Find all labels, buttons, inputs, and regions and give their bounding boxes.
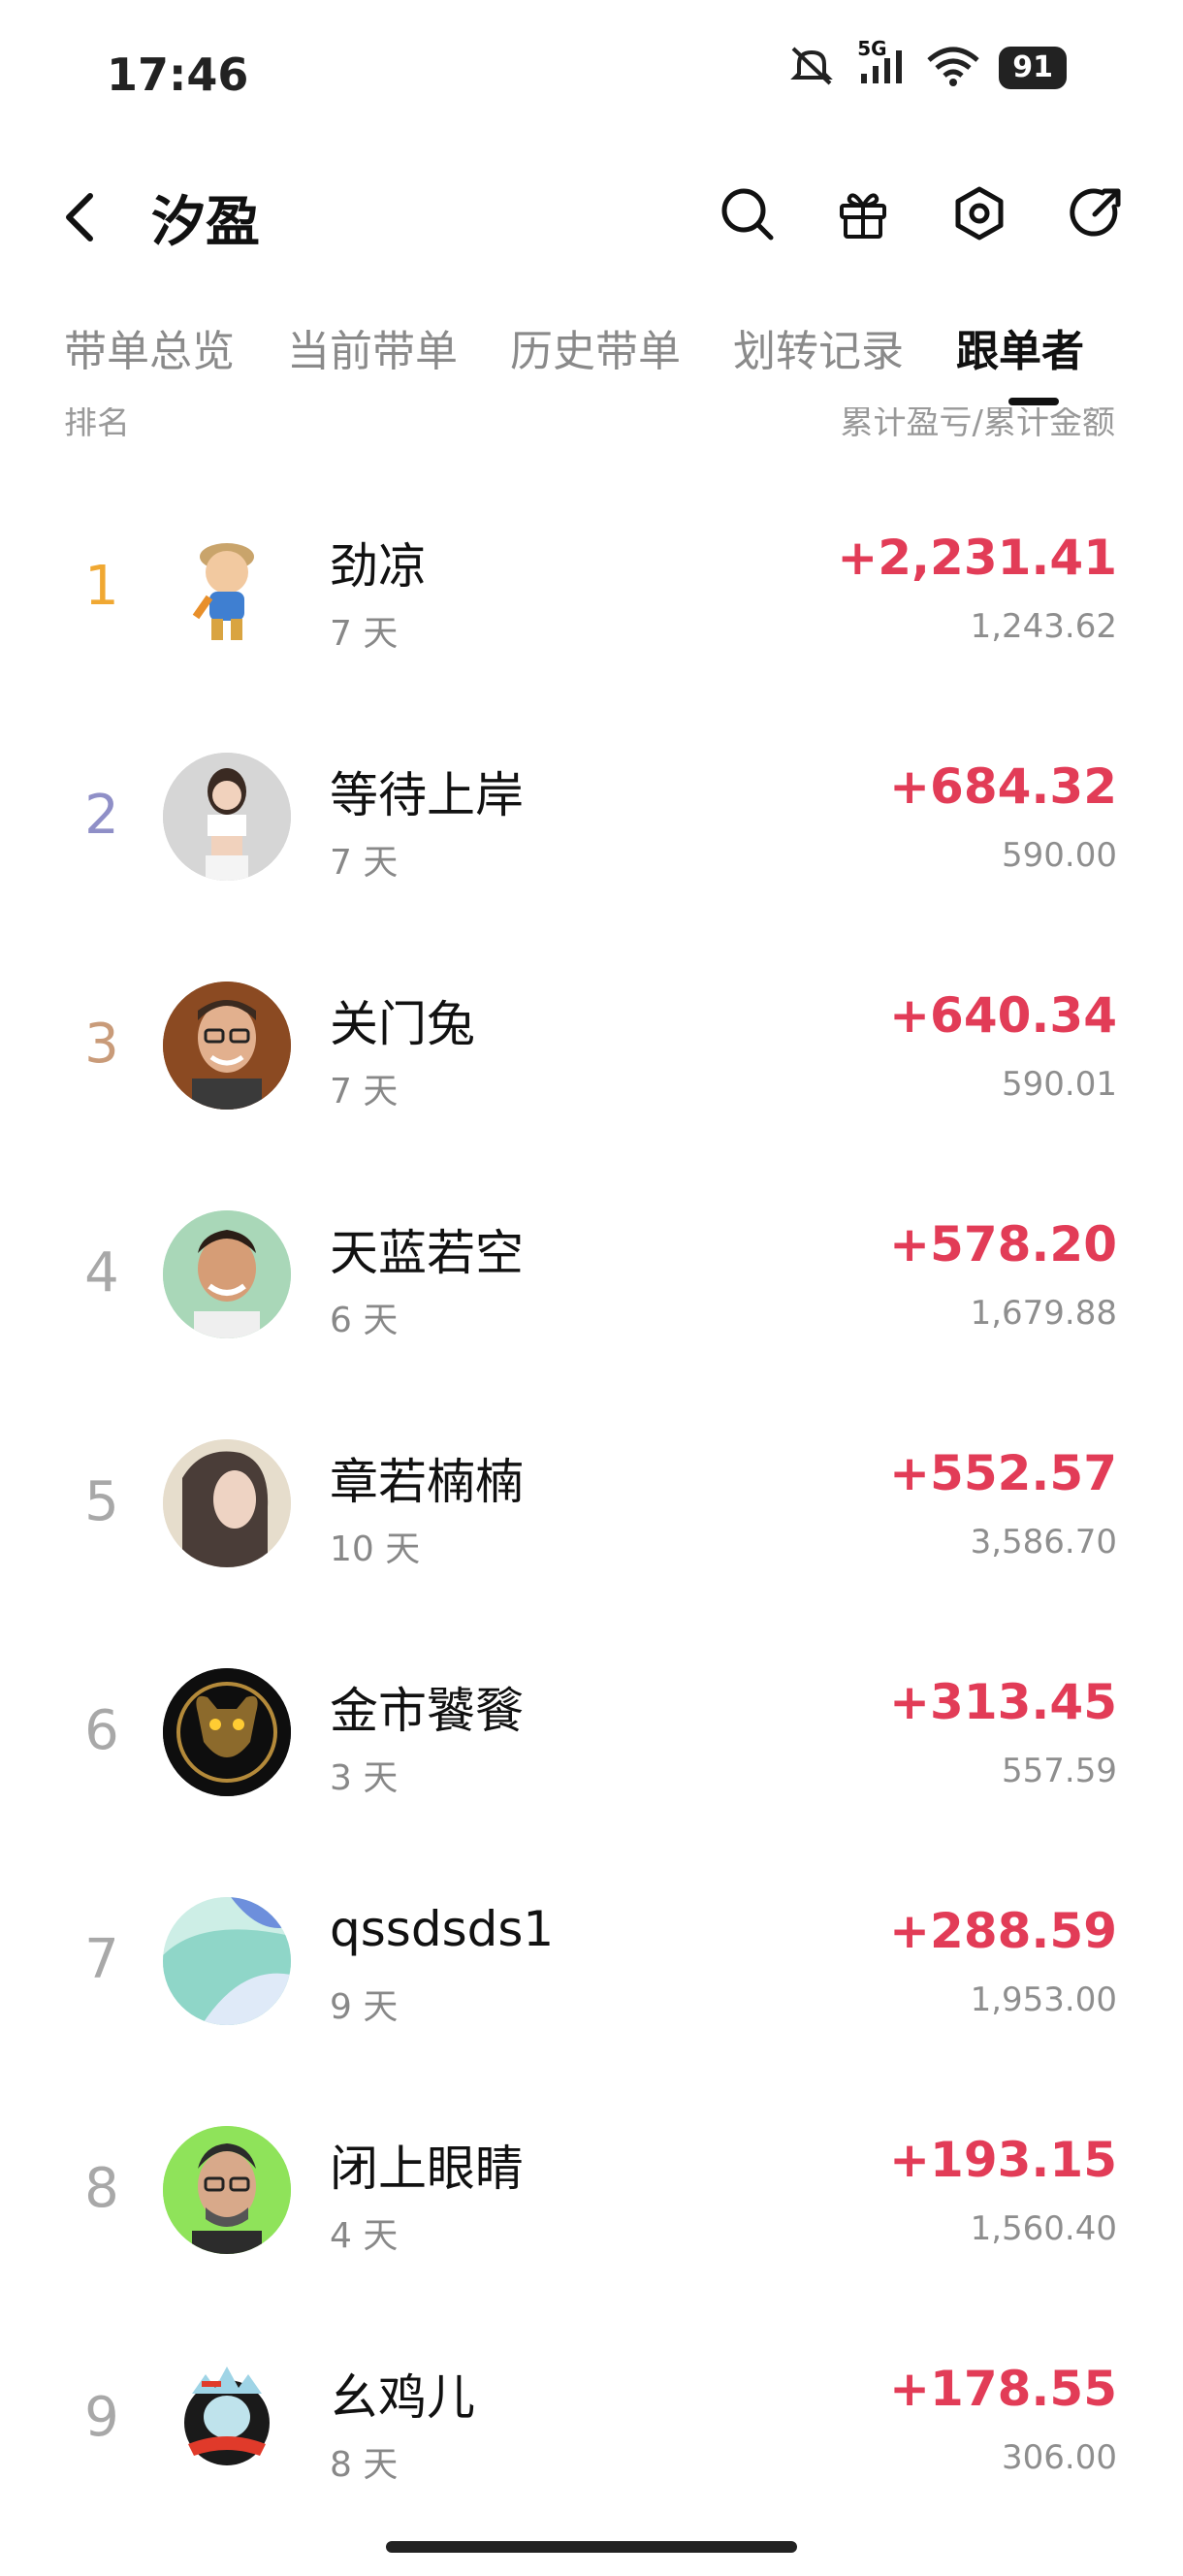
follower-row[interactable]: 9 幺鸡儿 8 天 +178.55 306.00 — [0, 2316, 1183, 2545]
follower-row[interactable]: 8 闭上眼睛 4 天 +193.15 1,560.40 — [0, 2087, 1183, 2316]
avatar — [163, 1668, 291, 1796]
follower-row[interactable]: 7 qssdsds1 9 天 +288.59 1,953.00 — [0, 1858, 1183, 2087]
follow-days: 8 天 — [330, 2445, 399, 2485]
cumulative-pnl: +288.59 — [889, 1903, 1117, 1959]
follower-name: 幺鸡儿 — [330, 2369, 475, 2426]
follow-days: 7 天 — [330, 1072, 399, 1111]
cumulative-amount: 1,679.88 — [970, 1294, 1117, 1333]
follow-days: 7 天 — [330, 614, 399, 654]
tab-transfers[interactable]: 划转记录 — [733, 316, 904, 378]
network-type: 5G — [857, 37, 887, 60]
rank-number: 4 — [84, 1241, 119, 1304]
cumulative-pnl: +313.45 — [889, 1674, 1117, 1730]
page-title: 汐盈 — [151, 191, 260, 254]
tab-current[interactable]: 当前带单 — [287, 316, 458, 378]
pnl-column-label: 累计盈亏/累计金额 — [840, 407, 1115, 436]
follower-row[interactable]: 5 章若楠楠 10 天 +552.57 3,586.70 — [0, 1401, 1183, 1629]
rank-number: 7 — [84, 1928, 119, 1991]
gift-icon — [840, 193, 886, 239]
follower-name: 等待上岸 — [330, 767, 524, 823]
cumulative-pnl: +178.55 — [889, 2361, 1117, 2417]
cumulative-amount: 1,953.00 — [970, 1980, 1117, 2019]
follower-row[interactable]: 6 金市饕餮 3 天 +313.45 557.59 — [0, 1629, 1183, 1858]
avatar — [163, 524, 291, 652]
follow-days: 3 天 — [330, 1758, 399, 1798]
avatar — [163, 982, 291, 1110]
follower-row[interactable]: 2 等待上岸 7 天 +684.32 590.00 — [0, 714, 1183, 943]
follower-row[interactable]: 3 关门兔 7 天 +640.34 590.01 — [0, 943, 1183, 1172]
avatar — [163, 1439, 291, 1567]
rank-number: 1 — [84, 555, 119, 618]
cumulative-amount: 1,560.40 — [970, 2209, 1117, 2248]
active-tab-indicator — [1008, 398, 1059, 405]
settings-icon — [955, 186, 1004, 241]
rank-column-label: 排名 — [64, 407, 130, 436]
tab-bar: 带单总览 当前带单 历史带单 划转记录 跟单者 — [64, 316, 1084, 378]
cumulative-pnl: +640.34 — [889, 987, 1117, 1044]
share-button[interactable] — [1067, 184, 1125, 242]
follower-row[interactable]: 4 天蓝若空 6 天 +578.20 1,679.88 — [0, 1172, 1183, 1401]
cumulative-pnl: +2,231.41 — [837, 530, 1117, 586]
avatar — [163, 1897, 291, 2025]
follower-name: qssdsds1 — [330, 1901, 555, 1957]
follower-name: 章若楠楠 — [330, 1454, 524, 1510]
cumulative-amount: 590.00 — [1002, 836, 1117, 875]
header-actions — [718, 184, 1125, 242]
cumulative-pnl: +193.15 — [889, 2132, 1117, 2188]
follower-name: 金市饕餮 — [330, 1683, 524, 1739]
search-button[interactable] — [718, 184, 776, 242]
cumulative-amount: 306.00 — [1002, 2438, 1117, 2477]
rank-number: 9 — [84, 2386, 119, 2449]
share-icon — [1070, 188, 1121, 237]
rank-number: 5 — [84, 1470, 119, 1533]
avatar — [163, 2355, 291, 2483]
rank-number: 8 — [84, 2157, 119, 2220]
follower-name: 天蓝若空 — [330, 1225, 524, 1281]
cumulative-pnl: +578.20 — [889, 1216, 1117, 1272]
follower-name: 关门兔 — [330, 996, 475, 1052]
follower-name: 劲凉 — [330, 538, 427, 595]
rank-number: 6 — [84, 1699, 119, 1762]
list-header: 排名 累计盈亏/累计金额 — [0, 407, 1183, 436]
follow-days: 4 天 — [330, 2216, 399, 2256]
follow-days: 6 天 — [330, 1301, 399, 1340]
signal-icon: 5G — [855, 37, 908, 91]
follower-row[interactable]: 1 劲凉 7 天 +2,231.41 1,243.62 — [0, 485, 1183, 714]
cumulative-pnl: +552.57 — [889, 1445, 1117, 1501]
status-icons: 5G 91 — [785, 37, 1067, 91]
tab-followers[interactable]: 跟单者 — [956, 316, 1084, 378]
cumulative-amount: 3,586.70 — [970, 1523, 1117, 1562]
mute-icon — [785, 45, 838, 91]
cumulative-amount: 1,243.62 — [970, 607, 1117, 646]
tab-history[interactable]: 历史带单 — [510, 316, 681, 378]
avatar — [163, 2126, 291, 2254]
status-time: 17:46 — [107, 48, 249, 101]
follower-name: 闭上眼睛 — [330, 2141, 524, 2197]
follow-days: 7 天 — [330, 843, 399, 883]
home-indicator[interactable] — [386, 2541, 797, 2553]
rank-number: 2 — [84, 784, 119, 847]
wifi-icon — [925, 45, 981, 91]
cumulative-amount: 590.01 — [1002, 1065, 1117, 1104]
back-icon — [66, 193, 93, 242]
search-icon — [721, 188, 774, 241]
battery-indicator: 91 — [999, 47, 1067, 89]
cumulative-pnl: +684.32 — [889, 758, 1117, 815]
rank-number: 3 — [84, 1013, 119, 1076]
follow-days: 10 天 — [330, 1530, 421, 1569]
tab-overview[interactable]: 带单总览 — [64, 316, 235, 378]
back-button[interactable] — [56, 186, 103, 248]
follow-days: 9 天 — [330, 1987, 399, 2027]
cumulative-amount: 557.59 — [1002, 1752, 1117, 1790]
gift-button[interactable] — [834, 184, 892, 242]
settings-button[interactable] — [950, 184, 1008, 242]
avatar — [163, 1210, 291, 1338]
avatar — [163, 753, 291, 881]
